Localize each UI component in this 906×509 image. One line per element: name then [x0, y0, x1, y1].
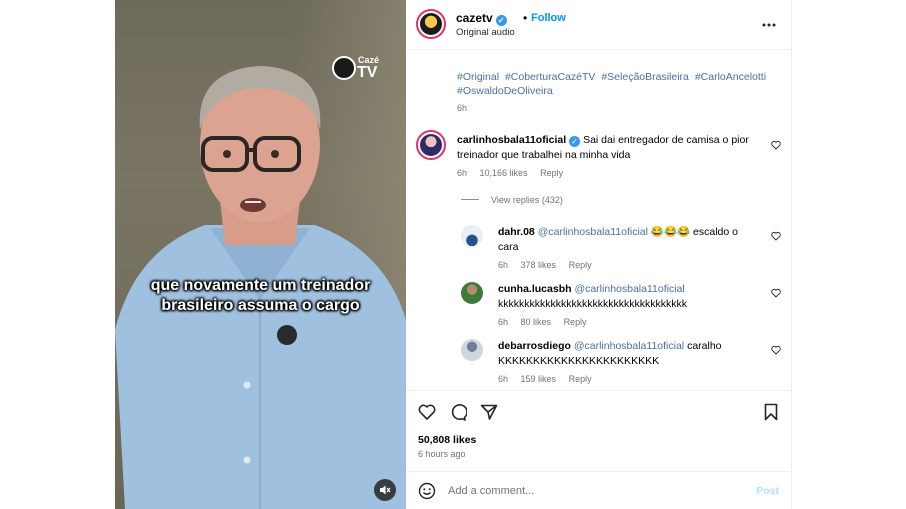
post-likes-count[interactable]: 50,808 likes — [418, 434, 476, 446]
view-replies-label: View replies (432) — [491, 195, 563, 205]
heart-icon[interactable] — [771, 140, 781, 150]
reply-body: debarrosdiego @carlinhosbala11oficial ca… — [498, 339, 753, 368]
verified-badge-icon: ✓ — [569, 136, 581, 147]
post-header: cazetv ✓ • Follow Original audio — [406, 0, 792, 50]
follow-button[interactable]: Follow — [531, 12, 566, 24]
reply-username[interactable]: debarrosdiego — [498, 340, 571, 352]
commenter-avatar[interactable] — [416, 130, 446, 160]
reply-time: 6h — [498, 260, 509, 270]
reply-username[interactable]: cunha.lucasbh — [498, 283, 572, 295]
post-hashtags: #Original #CoberturaCazéTV #SeleçãoBrasi… — [457, 70, 777, 98]
reply-time: 6h — [498, 374, 509, 384]
comment-bubble-icon[interactable] — [449, 403, 467, 421]
video-caption-line-1: que novamente um treinador — [150, 277, 371, 294]
author-username-row[interactable]: cazetv ✓ — [456, 11, 507, 26]
view-replies-line — [461, 199, 479, 200]
hashtag-link[interactable]: #Original — [457, 71, 499, 83]
reply-text: kkkkkkkkkkkkkkkkkkkkkkkkkkkkkkkkkkkk — [498, 297, 687, 310]
more-horizontal-icon — [762, 23, 776, 27]
view-replies-button[interactable]: View replies (432) — [461, 195, 563, 205]
reply-button[interactable]: Reply — [569, 260, 592, 270]
post-caption-time: 6h — [457, 103, 468, 113]
reply-meta: 6h 80 likes Reply — [498, 317, 597, 327]
reply-meta: 6h 159 likes Reply — [498, 374, 602, 384]
reply-avatar[interactable] — [461, 225, 483, 247]
comment-item: carlinhosbala11oficial ✓ Sai dai entregad… — [416, 130, 792, 185]
reply-button[interactable]: Reply — [564, 317, 587, 327]
author-avatar[interactable] — [416, 9, 446, 39]
reply-button[interactable]: Reply — [540, 168, 563, 178]
comment-username[interactable]: carlinhosbala11oficial — [457, 134, 566, 146]
reply-body: cunha.lucasbh @carlinhosbala11oficial kk… — [498, 282, 753, 311]
reply-mention[interactable]: @carlinhosbala11oficial — [574, 283, 684, 295]
like-heart-icon[interactable] — [418, 403, 436, 421]
hashtag-link[interactable]: #CoberturaCazéTV — [505, 71, 595, 83]
hashtag-link[interactable]: #CarloAncelotti — [695, 71, 766, 83]
reply-likes[interactable]: 80 likes — [521, 317, 552, 327]
reply-avatar[interactable] — [461, 339, 483, 361]
post-actions-bar: 50,808 likes 6 hours ago — [406, 390, 792, 470]
speaker-muted-icon — [380, 485, 391, 495]
reply-meta: 6h 378 likes Reply — [498, 260, 602, 270]
reply-avatar[interactable] — [461, 282, 483, 304]
author-username[interactable]: cazetv — [456, 11, 493, 25]
video-player[interactable]: Cazé TV que novamente um treinador brasi… — [115, 0, 406, 509]
post-side-panel: cazetv ✓ • Follow Original audio #Origina… — [406, 0, 792, 509]
brand-logo-big-text: TV — [357, 64, 378, 81]
reply-time: 6h — [498, 317, 509, 327]
instagram-post-modal: Cazé TV que novamente um treinador brasi… — [0, 0, 906, 509]
reply-likes[interactable]: 159 likes — [521, 374, 557, 384]
reply-body: dahr.08 @carlinhosbala11oficial 😂😂😂 esca… — [498, 225, 753, 254]
save-bookmark-icon[interactable] — [762, 403, 780, 421]
mute-button[interactable] — [374, 479, 396, 501]
comment-likes[interactable]: 10,166 likes — [480, 168, 528, 178]
cazetv-watermark-logo: Cazé TV — [332, 54, 384, 84]
heart-icon[interactable] — [771, 345, 781, 355]
comment-time: 6h — [457, 168, 468, 178]
brand-face-icon — [332, 56, 356, 80]
reply-username[interactable]: dahr.08 — [498, 226, 535, 238]
reply-mention[interactable]: @carlinhosbala11oficial — [574, 340, 684, 352]
reply-button[interactable]: Reply — [569, 374, 592, 384]
reply-likes[interactable]: 378 likes — [521, 260, 557, 270]
share-paper-plane-icon[interactable] — [480, 403, 498, 421]
reply-mention[interactable]: @carlinhosbala11oficial — [538, 226, 648, 238]
post-comment-button[interactable]: Post — [756, 485, 779, 497]
header-separator-dot: • — [523, 11, 528, 25]
reply-item: dahr.08 @carlinhosbala11oficial 😂😂😂 esca… — [461, 222, 792, 272]
verified-badge-icon: ✓ — [495, 15, 507, 26]
add-comment-bar: Post — [406, 471, 792, 509]
video-caption-line-2: brasileiro assuma o cargo — [161, 297, 360, 314]
reply-item: cunha.lucasbh @carlinhosbala11oficial kk… — [461, 280, 792, 330]
audio-label[interactable]: Original audio — [456, 27, 515, 38]
hashtag-link[interactable]: #OswaldoDeOliveira — [457, 85, 553, 97]
comment-body: carlinhosbala11oficial ✓ Sai dai entregad… — [457, 133, 757, 162]
reply-item: debarrosdiego @carlinhosbala11oficial ca… — [461, 337, 792, 387]
heart-icon[interactable] — [771, 231, 781, 241]
add-comment-input[interactable] — [448, 483, 738, 499]
comment-meta: 6h 10,166 likes Reply — [457, 168, 573, 178]
emoji-smiley-icon[interactable] — [418, 482, 436, 500]
more-options-button[interactable] — [762, 14, 776, 32]
heart-icon[interactable] — [771, 288, 781, 298]
post-timestamp[interactable]: 6 hours ago — [418, 449, 466, 459]
hashtag-link[interactable]: #SeleçãoBrasileira — [601, 71, 689, 83]
